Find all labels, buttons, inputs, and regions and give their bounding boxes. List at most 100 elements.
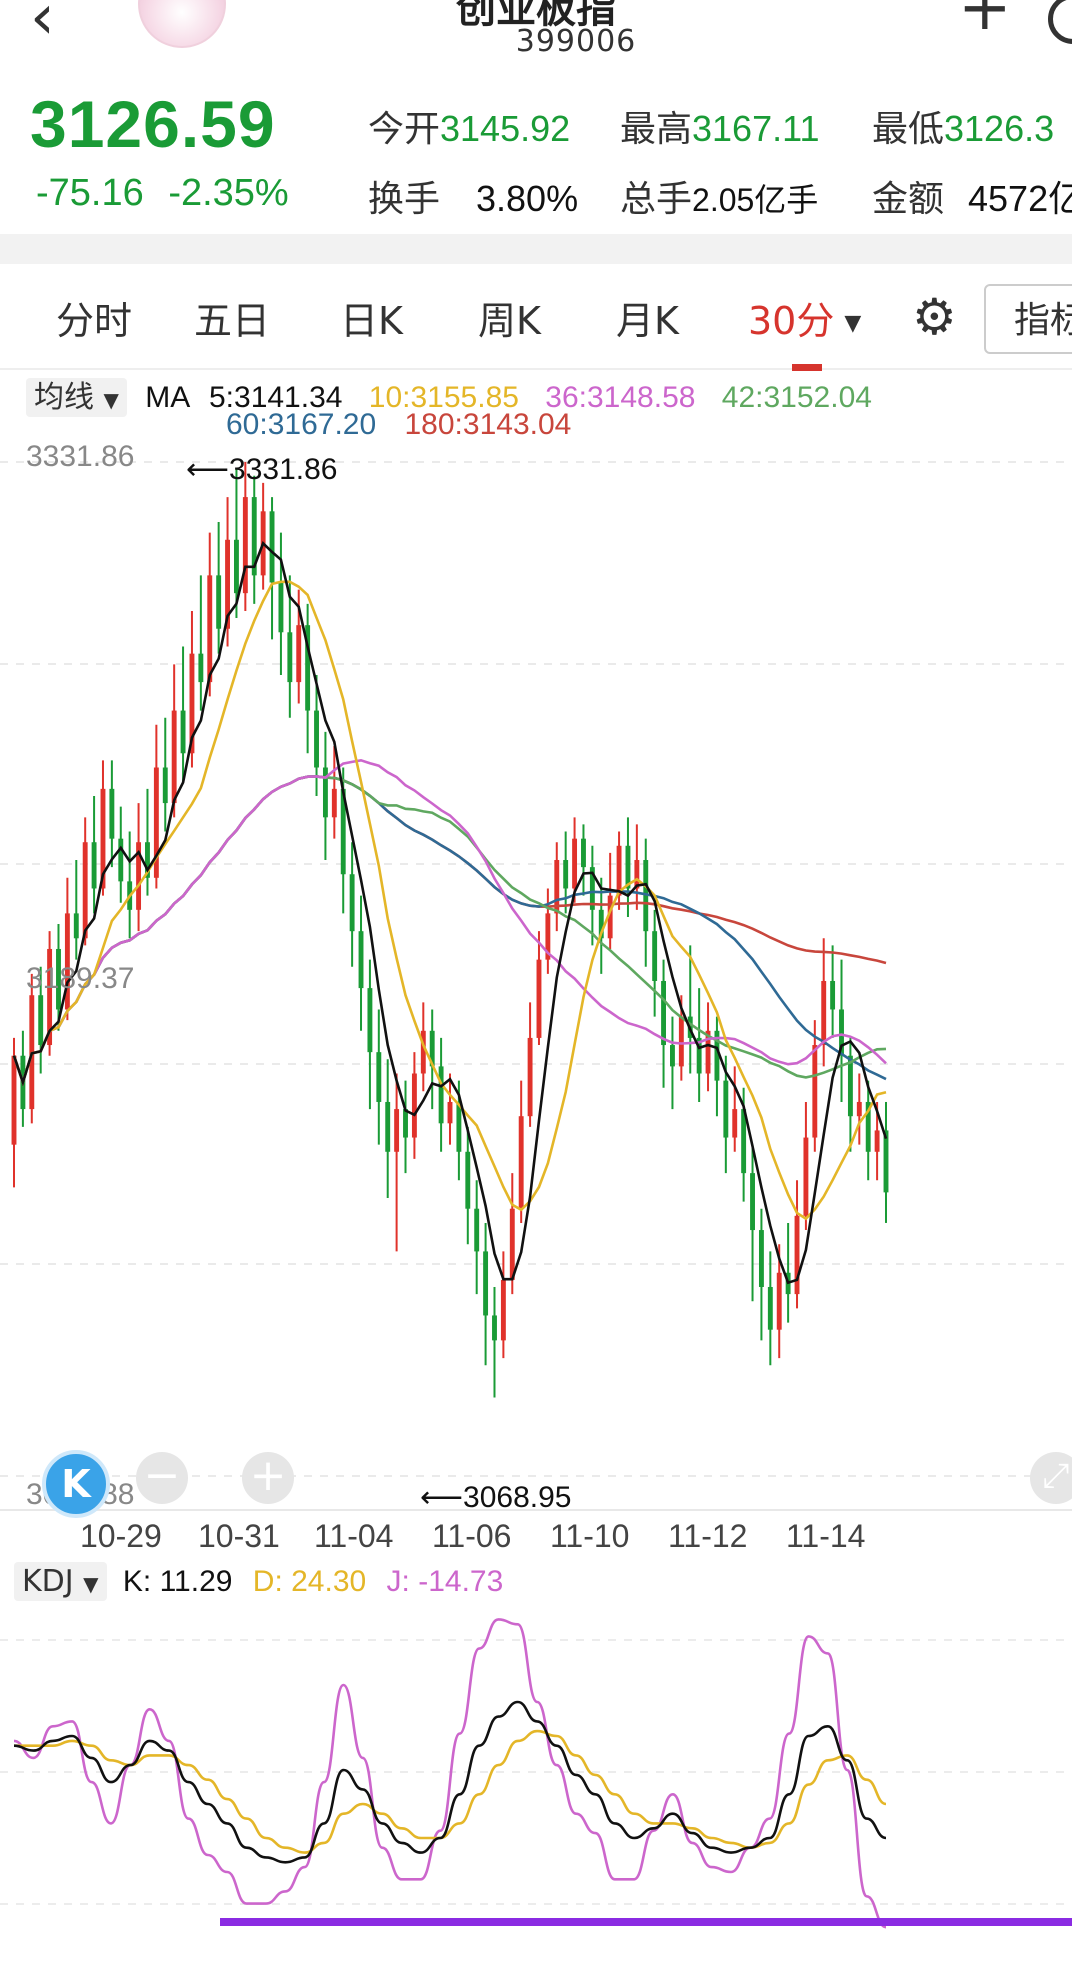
x-tick: 11-12 <box>668 1518 748 1554</box>
quote-open: 今开3145.92 <box>368 108 571 150</box>
chevron-down-icon: ▼ <box>83 1572 99 1596</box>
candle-body <box>465 1151 471 1209</box>
candle-body <box>732 1109 738 1138</box>
candle-body <box>536 959 542 1038</box>
candle-body <box>563 860 569 889</box>
kdj-selector[interactable]: KDJ ▼ <box>14 1562 107 1601</box>
quote-amount: 金额 4572亿 <box>872 178 1072 220</box>
zoom-out-button[interactable]: − <box>136 1452 188 1504</box>
ma-42: 42:3152.04 <box>721 381 872 414</box>
candle-body <box>394 1109 400 1152</box>
add-icon[interactable]: + <box>958 0 1012 40</box>
tab-five-day[interactable]: 五日 <box>194 290 270 345</box>
candle-body <box>11 1055 17 1145</box>
candle-body <box>358 931 364 989</box>
change-percent: -2.35% <box>168 172 289 214</box>
candle-body <box>234 539 239 594</box>
candle-body <box>874 1130 880 1152</box>
candle-body <box>403 1109 408 1138</box>
candle-body <box>162 767 168 804</box>
candle-body <box>349 874 355 932</box>
candle-body <box>269 511 275 583</box>
quote-high: 最高3167.11 <box>620 108 820 150</box>
k-line-button[interactable]: K <box>42 1450 110 1518</box>
candle-body <box>180 710 186 754</box>
candle-body <box>38 995 44 1046</box>
candle-body <box>767 1286 773 1330</box>
current-price: 3126.59 <box>30 87 276 161</box>
change-value: -75.16 <box>36 172 144 214</box>
candle-body <box>207 575 213 683</box>
indicator-button[interactable]: 指标 <box>984 284 1072 354</box>
candle-body <box>616 845 622 896</box>
tab-30min[interactable]: 30分 ▼ <box>748 290 861 345</box>
candle-body <box>474 1208 480 1252</box>
candle-body <box>803 1137 809 1216</box>
candle-body <box>776 1272 782 1330</box>
candle-body <box>118 838 124 882</box>
candle-body <box>73 913 79 939</box>
ma-line-5 <box>12 540 888 1285</box>
ma-prefix: MA <box>145 381 189 414</box>
candle-body <box>847 1055 853 1117</box>
stock-code: 399006 <box>515 24 637 59</box>
candle-body <box>411 1073 417 1138</box>
tab-intraday[interactable]: 分时 <box>56 290 132 345</box>
candle-body <box>296 625 302 683</box>
quote-turnover: 换手 3.80% <box>368 178 579 220</box>
candle-body <box>821 980 827 1046</box>
active-tab-indicator <box>792 364 822 371</box>
candle-body <box>856 1101 862 1117</box>
ma-selector[interactable]: 均线 ▼ <box>26 378 127 417</box>
kdj-chart[interactable] <box>0 1600 1072 1980</box>
quote-volume: 总手2.05亿手 <box>620 179 819 220</box>
candle-body <box>830 980 836 1010</box>
candle-body <box>670 1045 675 1067</box>
candlestick-chart[interactable] <box>0 440 1072 1520</box>
tab-monthly-k[interactable]: 月K <box>616 290 679 345</box>
y-axis-label-mid: 3189.37 <box>26 962 135 995</box>
gear-icon[interactable]: ⚙ <box>912 292 957 342</box>
candle-body <box>678 1016 684 1067</box>
kdj-line-J <box>13 1618 887 1929</box>
candle-body <box>518 1116 524 1209</box>
candle-body <box>314 710 319 768</box>
candle-body <box>794 1215 800 1295</box>
ma-180: 180:3143.04 <box>404 408 572 441</box>
candle-body <box>216 575 222 629</box>
tab-weekly-k[interactable]: 周K <box>478 290 541 345</box>
high-annotation: ⟵3331.86 <box>186 453 338 486</box>
candle-body <box>492 1315 497 1341</box>
candle-body <box>367 988 373 1053</box>
candle-body <box>385 1101 391 1152</box>
candle-body <box>661 980 666 1046</box>
section-divider <box>0 234 1072 264</box>
candle-body <box>91 842 97 889</box>
candle-body <box>758 1230 764 1287</box>
y-axis-label-top: 3331.86 <box>26 440 135 473</box>
kdj-legend: KDJ ▼ K: 11.29 D: 24.30 J: -14.73 <box>14 1562 504 1601</box>
ma-60: 60:3167.20 <box>226 408 377 441</box>
candle-body <box>376 1052 382 1102</box>
candle-body <box>527 1037 533 1117</box>
tab-daily-k[interactable]: 日K <box>340 290 403 345</box>
candle-body <box>82 842 88 939</box>
candle-body <box>483 1251 489 1316</box>
candle-body <box>171 710 177 804</box>
x-tick: 11-14 <box>786 1518 866 1554</box>
kdj-k: K: 11.29 <box>122 1565 233 1598</box>
candle-body <box>652 931 658 981</box>
zoom-in-button[interactable]: + <box>242 1452 294 1504</box>
candle-body <box>883 1130 889 1193</box>
chevron-down-icon: ▼ <box>844 311 862 336</box>
candle-body <box>812 1045 818 1138</box>
candle-body <box>447 1101 453 1124</box>
candle-body <box>509 1208 515 1280</box>
candle-body <box>456 1101 462 1152</box>
candle-body <box>500 1279 506 1341</box>
kdj-j: J: -14.73 <box>386 1565 504 1598</box>
ma-legend-row2: 60:3167.20 180:3143.04 <box>226 408 571 442</box>
candle-body <box>750 1173 755 1231</box>
x-tick: 11-04 <box>314 1518 394 1554</box>
x-tick: 11-06 <box>432 1518 512 1554</box>
